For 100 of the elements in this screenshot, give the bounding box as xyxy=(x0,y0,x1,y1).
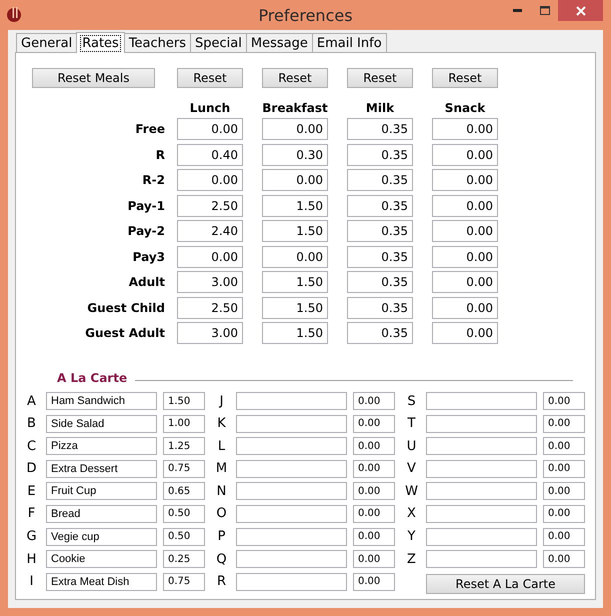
rate-field[interactable]: 0.00 xyxy=(432,271,498,293)
item-name-field[interactable] xyxy=(236,482,347,500)
rate-field[interactable]: 0.00 xyxy=(432,220,498,242)
rate-field[interactable]: 0.00 xyxy=(432,194,498,216)
rate-field[interactable]: 0.00 xyxy=(432,246,498,268)
rate-field[interactable]: 1.50 xyxy=(262,194,328,216)
rate-field[interactable]: 0.00 xyxy=(432,322,498,344)
price-field[interactable]: 0.00 xyxy=(543,482,585,500)
item-name-field[interactable]: Cookie xyxy=(46,550,157,568)
item-name-field[interactable]: Extra Dessert xyxy=(46,460,157,478)
reset-a-la-carte-button[interactable]: Reset A La Carte xyxy=(426,574,585,594)
item-name-field[interactable] xyxy=(236,550,347,568)
rate-field[interactable]: 0.35 xyxy=(347,296,413,318)
rate-field[interactable]: 3.00 xyxy=(177,271,243,293)
rate-field[interactable]: 1.50 xyxy=(262,220,328,242)
price-field[interactable]: 0.00 xyxy=(543,528,585,546)
tab[interactable]: Email Info xyxy=(312,33,387,52)
tab[interactable]: Special xyxy=(190,33,247,52)
rate-field[interactable]: 0.35 xyxy=(347,169,413,191)
item-name-field[interactable] xyxy=(426,460,537,478)
price-field[interactable]: 0.00 xyxy=(353,392,395,410)
price-field[interactable]: 0.00 xyxy=(353,550,395,568)
rate-field[interactable]: 1.50 xyxy=(262,322,328,344)
tab[interactable]: Rates xyxy=(76,32,125,53)
item-name-field[interactable]: Side Salad xyxy=(46,414,157,433)
close-button[interactable] xyxy=(558,0,603,21)
rate-field[interactable]: 0.00 xyxy=(432,169,498,191)
price-field[interactable]: 0.65 xyxy=(163,482,205,500)
price-field[interactable]: 0.75 xyxy=(163,460,205,478)
price-field[interactable]: 0.00 xyxy=(353,572,395,591)
rate-field[interactable]: 0.35 xyxy=(347,194,413,216)
rate-field[interactable]: 0.00 xyxy=(262,118,328,140)
price-field[interactable]: 1.25 xyxy=(163,437,205,456)
rate-field[interactable]: 0.35 xyxy=(347,118,413,140)
price-field[interactable]: 0.00 xyxy=(353,528,395,546)
item-name-field[interactable] xyxy=(236,504,347,523)
reset-button[interactable]: Reset xyxy=(262,68,328,88)
reset-button[interactable]: Reset xyxy=(347,68,413,88)
item-name-field[interactable]: Fruit Cup xyxy=(46,482,157,500)
item-name-field[interactable]: Ham Sandwich xyxy=(46,392,157,410)
price-field[interactable]: 0.00 xyxy=(353,504,395,523)
price-field[interactable]: 0.00 xyxy=(543,414,585,433)
item-name-field[interactable] xyxy=(426,392,537,410)
rate-field[interactable]: 0.00 xyxy=(177,118,243,140)
rate-field[interactable]: 0.00 xyxy=(177,169,243,191)
item-name-field[interactable] xyxy=(236,460,347,478)
item-name-field[interactable]: Bread xyxy=(46,504,157,523)
rate-field[interactable]: 0.35 xyxy=(347,246,413,268)
rate-field[interactable]: 2.40 xyxy=(177,220,243,242)
rate-field[interactable]: 0.35 xyxy=(347,322,413,344)
price-field[interactable]: 0.00 xyxy=(543,392,585,410)
price-field[interactable]: 0.50 xyxy=(163,504,205,523)
rate-field[interactable]: 0.30 xyxy=(262,144,328,166)
item-name-field[interactable] xyxy=(426,528,537,546)
reset-button[interactable]: Reset xyxy=(177,68,243,88)
price-field[interactable]: 1.50 xyxy=(163,392,205,410)
reset-button[interactable]: Reset xyxy=(432,68,498,88)
item-name-field[interactable] xyxy=(236,572,347,591)
rate-field[interactable]: 0.00 xyxy=(262,169,328,191)
rate-field[interactable]: 1.50 xyxy=(262,271,328,293)
item-name-field[interactable] xyxy=(426,414,537,433)
item-name-field[interactable] xyxy=(236,414,347,433)
tab[interactable]: General xyxy=(16,33,78,52)
price-field[interactable]: 0.00 xyxy=(543,437,585,456)
price-field[interactable]: 0.00 xyxy=(543,504,585,523)
price-field[interactable]: 0.50 xyxy=(163,528,205,546)
item-name-field[interactable]: Extra Meat Dish xyxy=(46,572,157,591)
price-field[interactable]: 0.00 xyxy=(543,460,585,478)
item-name-field[interactable] xyxy=(426,550,537,568)
rate-field[interactable]: 1.50 xyxy=(262,296,328,318)
price-field[interactable]: 0.25 xyxy=(163,550,205,568)
rate-field[interactable]: 0.00 xyxy=(262,246,328,268)
price-field[interactable]: 0.00 xyxy=(353,437,395,456)
item-name-field[interactable] xyxy=(236,437,347,456)
price-field[interactable]: 0.75 xyxy=(163,572,205,591)
rate-field[interactable]: 0.35 xyxy=(347,271,413,293)
tab[interactable]: Message xyxy=(246,33,313,52)
rate-field[interactable]: 3.00 xyxy=(177,322,243,344)
rate-field[interactable]: 0.00 xyxy=(432,118,498,140)
rate-field[interactable]: 0.00 xyxy=(432,144,498,166)
item-name-field[interactable] xyxy=(236,528,347,546)
rate-field[interactable]: 2.50 xyxy=(177,296,243,318)
item-name-field[interactable]: Vegie cup xyxy=(46,528,157,546)
price-field[interactable]: 0.00 xyxy=(543,550,585,568)
rate-field[interactable]: 0.00 xyxy=(432,296,498,318)
reset-button[interactable]: Reset Meals xyxy=(32,68,155,88)
price-field[interactable]: 0.00 xyxy=(353,414,395,433)
price-field[interactable]: 0.00 xyxy=(353,460,395,478)
rate-field[interactable]: 0.35 xyxy=(347,220,413,242)
item-name-field[interactable] xyxy=(426,437,537,456)
item-name-field[interactable] xyxy=(426,504,537,523)
price-field[interactable]: 0.00 xyxy=(353,482,395,500)
price-field[interactable]: 1.00 xyxy=(163,414,205,433)
item-name-field[interactable]: Pizza xyxy=(46,437,157,456)
item-name-field[interactable] xyxy=(236,392,347,410)
rate-field[interactable]: 2.50 xyxy=(177,194,243,216)
rate-field[interactable]: 0.00 xyxy=(177,246,243,268)
rate-field[interactable]: 0.35 xyxy=(347,144,413,166)
rate-field[interactable]: 0.40 xyxy=(177,144,243,166)
item-name-field[interactable] xyxy=(426,482,537,500)
